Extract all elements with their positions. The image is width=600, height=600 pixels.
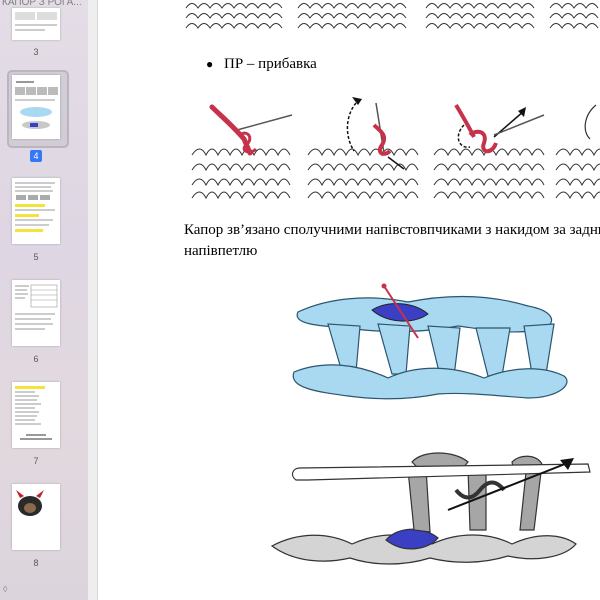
page-thumbnail-6[interactable] xyxy=(12,280,60,346)
thumbnail-5-preview xyxy=(15,182,55,232)
pin-icon xyxy=(381,283,387,289)
bullet-label: ПР – прибавка xyxy=(224,56,317,72)
page-number-5: 5 xyxy=(33,252,39,262)
paragraph-line-2: напівпетлю xyxy=(184,243,258,259)
page-thumbnail-7[interactable] xyxy=(12,382,60,448)
page-number-6: 6 xyxy=(33,354,39,364)
instruction-paragraph: Капор зв’язано сполучними напівстовпчика… xyxy=(184,220,600,262)
increase-step-1 xyxy=(191,104,293,200)
increase-step-3 xyxy=(433,103,545,200)
top-stitch-diagrams xyxy=(185,3,599,29)
bullet-item: ● ПР – прибавка xyxy=(206,56,317,73)
page-number-3: 3 xyxy=(33,47,39,57)
grey-stitch-hook-illustration xyxy=(270,452,591,565)
blue-stitch-illustration xyxy=(292,283,568,400)
page-thumbnail-3[interactable] xyxy=(12,8,60,40)
thumbnail-6-preview xyxy=(15,284,58,330)
increase-step-4 xyxy=(555,104,600,200)
thumbnail-8-preview xyxy=(16,490,44,516)
increase-step-2 xyxy=(307,97,419,200)
page-thumbnail-4[interactable] xyxy=(12,75,60,139)
page-thumbnail-8[interactable] xyxy=(12,484,60,550)
increase-stitch-diagrams xyxy=(191,97,600,200)
bullet-icon: ● xyxy=(206,57,214,71)
page-number-7: 7 xyxy=(33,456,39,466)
page-thumbnail-5[interactable] xyxy=(12,178,60,244)
thumbnail-3-preview xyxy=(15,12,57,31)
document-page: ● ПР – прибавка Капор зв’язано сполучним… xyxy=(98,0,600,600)
sidebar-divider[interactable] xyxy=(88,0,98,600)
thumbnail-4-preview xyxy=(15,81,58,129)
page-thumbnail-sidebar: КАПОР З РОГА... 3 4 5 6 7 8 ◊ xyxy=(0,0,89,600)
page-number-8: 8 xyxy=(33,558,39,568)
sidebar-scroll-control[interactable]: ◊ xyxy=(3,584,7,594)
current-page-badge: 4 xyxy=(30,150,42,162)
thumbnail-7-preview xyxy=(15,386,52,440)
paragraph-line-1: Капор зв’язано сполучними напівстовпчика… xyxy=(184,222,600,238)
